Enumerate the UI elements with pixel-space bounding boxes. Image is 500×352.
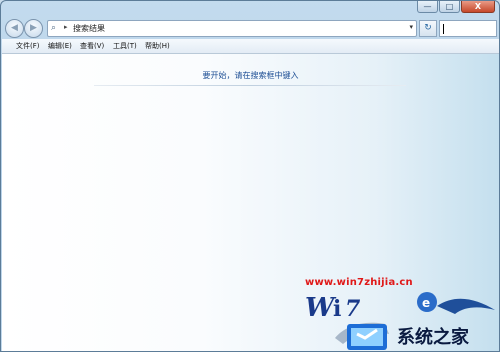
back-button[interactable]: ◀ xyxy=(5,19,24,38)
refresh-button[interactable]: ↻ xyxy=(419,20,437,37)
menu-file[interactable]: 文件(F) xyxy=(16,41,40,51)
search-folder-icon: ⌕ xyxy=(51,23,57,33)
text-cursor xyxy=(443,24,444,34)
watermark-url: www.win7zhijia.cn xyxy=(305,277,413,288)
menu-help[interactable]: 帮助(H) xyxy=(145,41,170,51)
watermark-logo: W i 7 e 系统之家 xyxy=(305,290,499,351)
svg-text:7: 7 xyxy=(345,296,361,322)
forward-button[interactable]: ▶ xyxy=(24,19,43,38)
svg-text:e: e xyxy=(422,296,430,310)
minimize-button[interactable]: — xyxy=(417,1,438,13)
address-bar[interactable]: ⌕ ▸ 搜索结果 ▾ xyxy=(47,20,417,37)
logo-text: 系统之家 xyxy=(397,327,469,348)
menu-bar: 文件(F) 编辑(E) 查看(V) 工具(T) 帮助(H) xyxy=(2,39,499,54)
menu-view[interactable]: 查看(V) xyxy=(80,41,104,51)
caption-buttons: — □ X xyxy=(417,1,495,13)
navigation-bar: ◀ ▶ ⌕ ▸ 搜索结果 ▾ ↻ xyxy=(5,17,497,39)
address-path[interactable]: 搜索结果 xyxy=(73,23,105,34)
search-input[interactable] xyxy=(439,20,497,37)
divider xyxy=(94,85,406,86)
close-button[interactable]: X xyxy=(461,1,495,13)
menu-edit[interactable]: 编辑(E) xyxy=(48,41,72,51)
menu-tools[interactable]: 工具(T) xyxy=(113,41,137,51)
breadcrumb-arrow-icon[interactable]: ▸ xyxy=(64,23,68,31)
refresh-icon: ↻ xyxy=(424,23,432,33)
explorer-window: — □ X ◀ ▶ ⌕ ▸ 搜索结果 ▾ ↻ 文件(F) 编辑(E) 查看(V)… xyxy=(0,0,500,352)
title-bar: — □ X xyxy=(1,1,499,15)
svg-text:i: i xyxy=(333,296,341,322)
search-results-pane: 要开始，请在搜索框中键入 www.win7zhijia.cn W i 7 e 系… xyxy=(2,54,499,351)
chevron-down-icon[interactable]: ▾ xyxy=(409,23,413,31)
empty-search-message: 要开始，请在搜索框中键入 xyxy=(202,71,299,80)
maximize-button[interactable]: □ xyxy=(439,1,460,13)
